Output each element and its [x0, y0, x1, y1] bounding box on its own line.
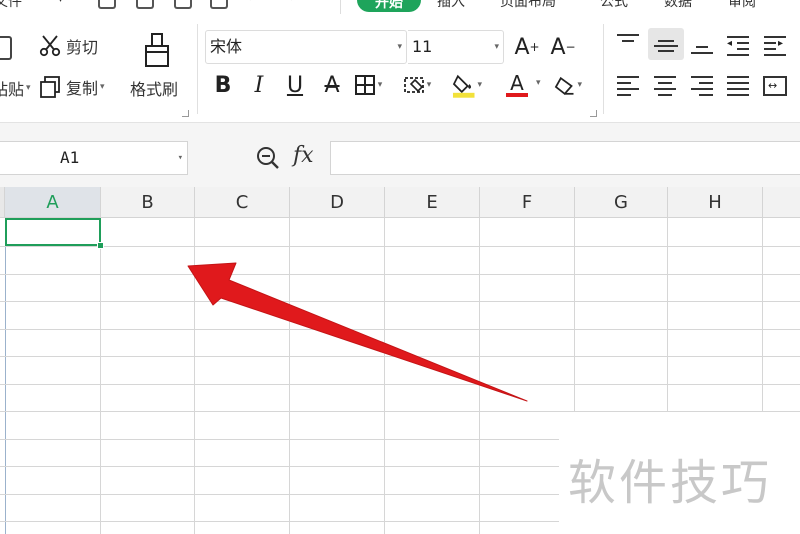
watermark-text: 软件技巧 — [568, 455, 773, 511]
